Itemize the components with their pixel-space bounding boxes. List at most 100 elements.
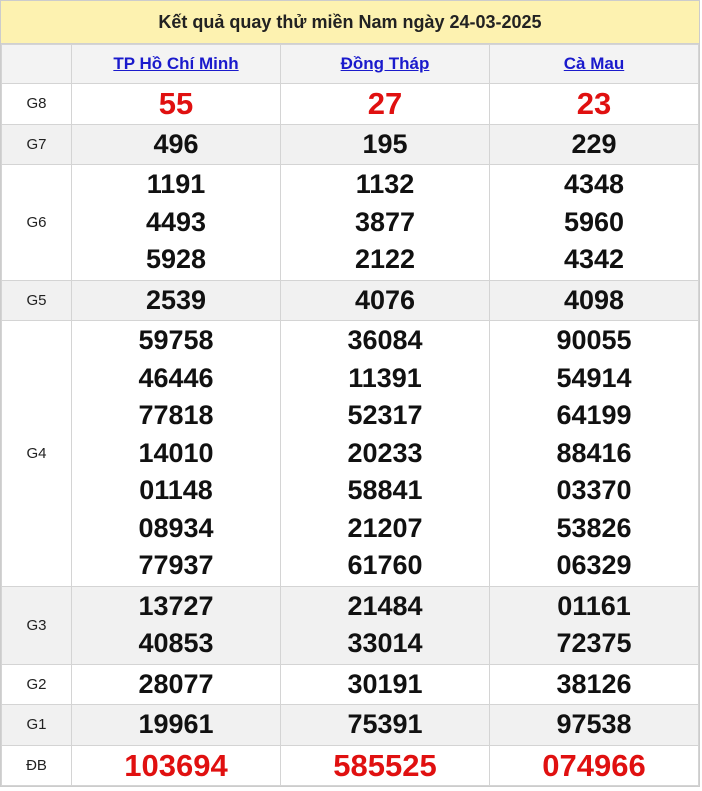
prize-number: 5960 [563,206,625,237]
prize-number: 1132 [355,169,415,199]
prize-number: 28077 [138,668,214,699]
prize-number: 54914 [556,362,632,393]
prize-cell: 21484 33014 [280,585,490,665]
prize-cell: 28077 [71,663,281,705]
prize-row: G1 19961 75391 97538 [1,704,699,746]
prize-cell: 38126 [489,663,699,705]
prize-number: 97538 [556,709,632,739]
prize-number: 01161 [557,590,631,621]
prize-cell: 01161 72375 [489,585,699,665]
prize-number: 64199 [556,400,632,430]
prize-row: G3 13727 40853 21484 33014 01161 72375 [1,585,699,665]
prize-label: G5 [1,279,72,321]
prize-cell: 1191 4493 5928 [71,164,281,281]
prize-cell: 229 [489,123,699,165]
prize-row: G7 496 195 229 [1,123,699,165]
prize-number: 08934 [138,512,214,543]
prize-number: 27 [367,86,403,121]
prize-number: 20233 [347,437,423,468]
prize-number: 90055 [556,325,632,355]
prize-label: G8 [1,83,72,125]
prize-label: G1 [1,704,72,746]
prize-cell: 36084 11391 52317 20233 58841 21207 61760 [280,320,490,587]
prize-number: 3877 [354,206,416,237]
prize-number: 4342 [563,244,625,274]
prize-number: 40853 [138,628,214,658]
prize-row: G4 59758 46446 77818 14010 01148 08934 77937 360… [1,320,699,587]
prize-cell: 13727 40853 [71,585,281,665]
prize-row: G8 55 27 23 [1,83,699,125]
prize-rows: G8 55 27 23 G7 496 195 229 G6 1191 4493 5928 1132 387… [1,83,699,786]
province-header: TP Hồ Chí Minh [71,44,281,84]
prize-number: 074966 [542,747,646,783]
prize-number: 2122 [354,244,416,274]
prize-number: 06329 [556,550,632,580]
prize-row: G6 1191 4493 5928 1132 3877 2122 4348 5960 4342 [1,164,699,281]
corner-cell [1,44,72,84]
province-link-dong-thap[interactable]: Đồng Tháp [341,54,430,73]
prize-cell: 585525 [280,744,490,786]
prize-row: G5 2539 4076 4098 [1,279,699,321]
prize-number: 52317 [347,400,423,430]
prize-number: 4493 [145,206,207,237]
prize-number: 01148 [139,475,213,505]
prize-number: 229 [571,128,617,159]
prize-number: 19961 [138,709,214,739]
prize-cell: 90055 54914 64199 88416 03370 53826 06329 [489,320,699,587]
prize-number: 2539 [145,284,207,315]
prize-label: G2 [1,663,72,705]
prize-cell: 97538 [489,704,699,746]
province-header: Cà Mau [489,44,699,84]
prize-cell: 4098 [489,279,699,321]
prize-label: G7 [1,123,72,165]
prize-number: 61760 [347,550,423,580]
results-panel: Kết quả quay thử miền Nam ngày 24-03-202… [0,0,700,787]
prize-number: 88416 [556,437,632,468]
prize-cell: 27 [280,83,490,125]
prize-number: 21484 [347,590,423,621]
province-link-hcm[interactable]: TP Hồ Chí Minh [113,54,238,73]
prize-number: 103694 [124,747,228,783]
prize-number: 1191 [146,169,206,199]
prize-number: 33014 [347,628,423,658]
prize-cell: 59758 46446 77818 14010 01148 08934 77937 [71,320,281,587]
prize-number: 14010 [138,437,214,468]
prize-cell: 195 [280,123,490,165]
prize-number: 36084 [347,325,423,355]
prize-number: 23 [576,86,612,121]
prize-number: 55 [158,86,194,121]
prize-number: 11391 [348,362,422,393]
prize-number: 58841 [347,475,423,505]
prize-number: 4098 [563,284,625,315]
prize-label: G3 [1,585,72,665]
prize-number: 4076 [354,284,416,315]
prize-cell: 1132 3877 2122 [280,164,490,281]
prize-cell: 4348 5960 4342 [489,164,699,281]
prize-number: 53826 [556,512,632,543]
prize-row: G2 28077 30191 38126 [1,663,699,705]
prize-label: G4 [1,320,72,587]
prize-cell: 75391 [280,704,490,746]
prize-cell: 55 [71,83,281,125]
prize-number: 195 [362,128,408,159]
prize-cell: 30191 [280,663,490,705]
province-header: Đồng Tháp [280,44,490,84]
prize-number: 77937 [138,550,214,580]
province-link-ca-mau[interactable]: Cà Mau [564,54,624,73]
prize-number: 21207 [347,512,423,543]
prize-number: 30191 [347,668,423,699]
prize-number: 77818 [138,400,214,430]
prize-label: ĐB [1,744,72,786]
prize-number: 585525 [333,747,437,783]
province-header-row: TP Hồ Chí Minh Đồng Tháp Cà Mau [1,44,699,84]
prize-cell: 23 [489,83,699,125]
prize-row: ĐB 103694 585525 074966 [1,744,699,786]
prize-cell: 496 [71,123,281,165]
prize-number: 4348 [563,169,625,199]
prize-number: 72375 [556,628,632,658]
prize-number: 496 [153,128,199,159]
prize-number: 46446 [138,362,214,393]
prize-number: 38126 [556,668,632,699]
prize-number: 59758 [138,325,214,355]
prize-cell: 19961 [71,704,281,746]
